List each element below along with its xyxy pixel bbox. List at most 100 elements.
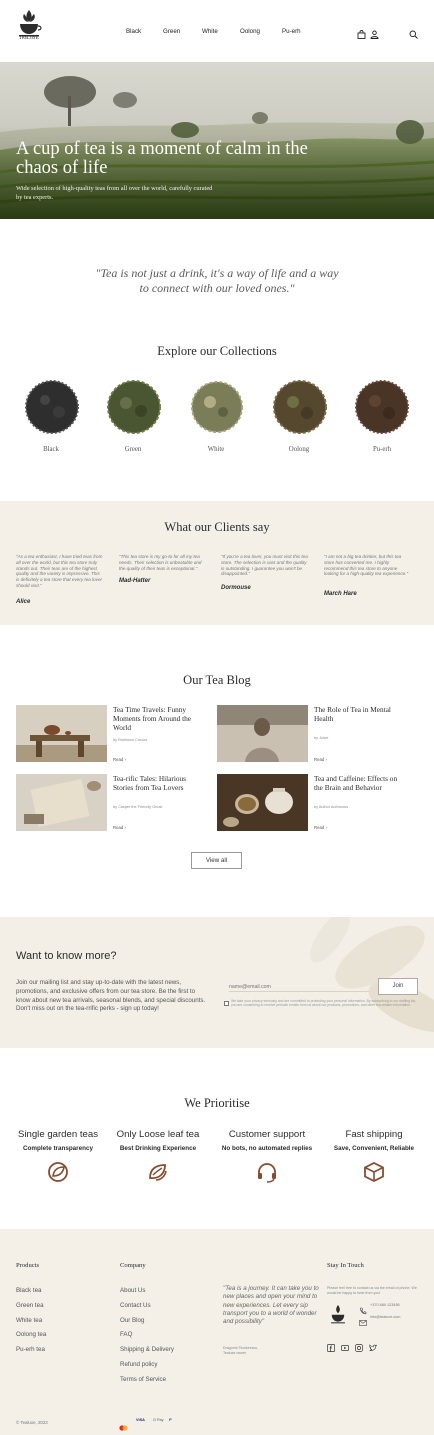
- chevron-right-icon: ›: [124, 757, 126, 762]
- newsletter-description: Join our mailing list and stay up-to-dat…: [16, 979, 206, 1013]
- blog-post-title[interactable]: Tea Time Travels: Funny Moments from Aro…: [113, 705, 197, 732]
- search-icon[interactable]: [409, 26, 418, 39]
- footer-link[interactable]: Refund policy: [120, 1361, 158, 1368]
- prioritise-heading: Single garden teas: [17, 1129, 98, 1140]
- review-author: March Hare: [324, 591, 357, 597]
- twitter-icon[interactable]: [369, 1339, 378, 1351]
- blog-post-author: by Joker: [314, 736, 329, 740]
- blog-read-link[interactable]: Read ›: [314, 825, 327, 830]
- footer-link[interactable]: Pu-erh tea: [16, 1346, 45, 1353]
- blog-post-title[interactable]: Tea-rific Tales: Hilarious Stories from …: [113, 774, 197, 793]
- nav-green[interactable]: Green: [163, 28, 180, 35]
- globe-leaf-icon: [47, 1161, 69, 1183]
- blog-read-link[interactable]: Read ›: [113, 757, 126, 762]
- blog-title: Our Tea Blog: [183, 673, 251, 687]
- tea-white-image[interactable]: [187, 378, 247, 441]
- review-text: "I am not a big tea drinker, but this te…: [324, 554, 409, 577]
- phone-icon: [359, 1302, 367, 1315]
- headset-icon: [256, 1161, 278, 1183]
- clients-title: What our Clients say: [164, 520, 270, 534]
- blog-post-title[interactable]: The Role of Tea in Mental Health: [314, 705, 398, 724]
- consent-text: We take your privacy seriously and are c…: [231, 999, 416, 1008]
- read-label: Read: [113, 757, 124, 762]
- chevron-right-icon: ›: [325, 825, 327, 830]
- review-author: Alice: [16, 599, 31, 605]
- review-text: "As a tea enthusiast, I have tried teas …: [16, 554, 103, 588]
- chevron-right-icon: ›: [124, 825, 126, 830]
- footer-products-title: Products: [16, 1262, 40, 1269]
- read-label: Read: [113, 825, 124, 830]
- site-header: TeaLuxE Black Green White Oolong Pu-erh: [0, 0, 434, 62]
- blog-post-author: by Casper the Friendly Ghost: [113, 805, 163, 809]
- hero-subtitle: Wide selection of high-quality teas from…: [16, 185, 213, 201]
- user-icon[interactable]: [370, 26, 379, 39]
- mastercard-icon: [119, 1418, 128, 1431]
- prioritise-title: We Prioritise: [184, 1096, 250, 1110]
- tea-pu-erh-image[interactable]: [352, 378, 412, 441]
- footer-link[interactable]: Green tea: [16, 1302, 44, 1309]
- read-label: Read: [314, 757, 325, 762]
- review-author: Dormouse: [221, 585, 251, 591]
- footer-link[interactable]: Shipping & Delivery: [120, 1346, 174, 1353]
- nav-white[interactable]: White: [202, 28, 218, 35]
- tea-pu-erh-label[interactable]: Pu-erh: [352, 446, 412, 453]
- blog-image-teapot-stool[interactable]: [16, 705, 107, 762]
- prioritise-heading: Customer support: [228, 1129, 306, 1140]
- footer-quote-author: Dragomir Teodorescu, Tealuxe owner: [223, 1346, 259, 1355]
- blog-post-title[interactable]: Tea and Caffeine: Effects on the Brain a…: [314, 774, 398, 793]
- footer-phone[interactable]: +370 680 123456: [370, 1303, 400, 1307]
- footer-stay-text: Please feel free to contact us via the e…: [327, 1286, 417, 1295]
- prioritise-subheading: Complete transparency: [23, 1145, 93, 1152]
- prioritise-heading: Fast shipping: [345, 1129, 403, 1140]
- copyright: © Tealuxe, 2023: [16, 1420, 48, 1425]
- blog-read-link[interactable]: Read ›: [314, 757, 327, 762]
- hero-title: A cup of tea is a moment of calm in the …: [16, 139, 308, 178]
- blog-image-man-thinking[interactable]: [217, 705, 308, 762]
- footer-link[interactable]: White tea: [16, 1317, 42, 1324]
- tea-oolong-image[interactable]: [270, 378, 330, 441]
- join-button[interactable]: Join: [378, 978, 418, 995]
- footer-link[interactable]: Our Blog: [120, 1317, 144, 1324]
- footer-link[interactable]: FAQ: [120, 1331, 132, 1338]
- blog-post-author: by Author Authorous: [314, 805, 349, 809]
- nav-pu-erh[interactable]: Pu-erh: [282, 28, 301, 35]
- footer-logo-icon[interactable]: [329, 1302, 347, 1326]
- review-author: Mad-Hatter: [119, 578, 151, 584]
- consent-checkbox[interactable]: [224, 1001, 229, 1006]
- prioritise-heading: Only Loose leaf tea: [116, 1129, 200, 1140]
- blog-read-link[interactable]: Read ›: [113, 825, 126, 830]
- tea-green-image[interactable]: [104, 378, 164, 441]
- email-field[interactable]: [229, 983, 369, 992]
- facebook-icon[interactable]: [327, 1339, 335, 1352]
- blog-image-notebook-tea[interactable]: [16, 774, 107, 831]
- collections-title: Explore our Collections: [157, 344, 277, 358]
- prioritise-subheading: No bots, no automated replies: [221, 1145, 313, 1152]
- review-text: "This tea store is my go-to for all my t…: [119, 554, 202, 571]
- instagram-icon[interactable]: [355, 1339, 363, 1352]
- footer-link[interactable]: Oolong tea: [16, 1331, 46, 1338]
- footer-link[interactable]: Contact Us: [120, 1302, 151, 1309]
- read-label: Read: [314, 825, 325, 830]
- footer-email[interactable]: info@tealuxe.com: [370, 1315, 400, 1319]
- tea-green-label[interactable]: Green: [103, 446, 163, 453]
- footer-link[interactable]: Black tea: [16, 1287, 41, 1294]
- youtube-icon[interactable]: [341, 1339, 349, 1351]
- view-all-button[interactable]: View all: [191, 852, 242, 869]
- blog-image-teapot-cups[interactable]: [217, 774, 308, 831]
- nav-oolong[interactable]: Oolong: [240, 28, 260, 35]
- tea-black-image[interactable]: [22, 378, 82, 441]
- nav-black[interactable]: Black: [126, 28, 141, 35]
- mail-icon: [359, 1314, 367, 1326]
- footer-link[interactable]: Terms of Service: [120, 1376, 166, 1383]
- visa-icon: VISA: [136, 1418, 145, 1422]
- box-icon: [363, 1161, 385, 1183]
- shopping-bag-icon[interactable]: [357, 26, 366, 39]
- chevron-right-icon: ›: [325, 757, 327, 762]
- tea-white-label[interactable]: White: [186, 446, 246, 453]
- tea-black-label[interactable]: Black: [21, 446, 81, 453]
- brand-quote: "Tea is not just a drink, it's a way of …: [95, 266, 339, 295]
- footer-quote: "Tea is a journey. It can take you to ne…: [223, 1285, 319, 1326]
- tea-oolong-label[interactable]: Oolong: [269, 446, 329, 453]
- footer-link[interactable]: About Us: [120, 1287, 145, 1294]
- newsletter-title: Want to know more?: [16, 950, 117, 962]
